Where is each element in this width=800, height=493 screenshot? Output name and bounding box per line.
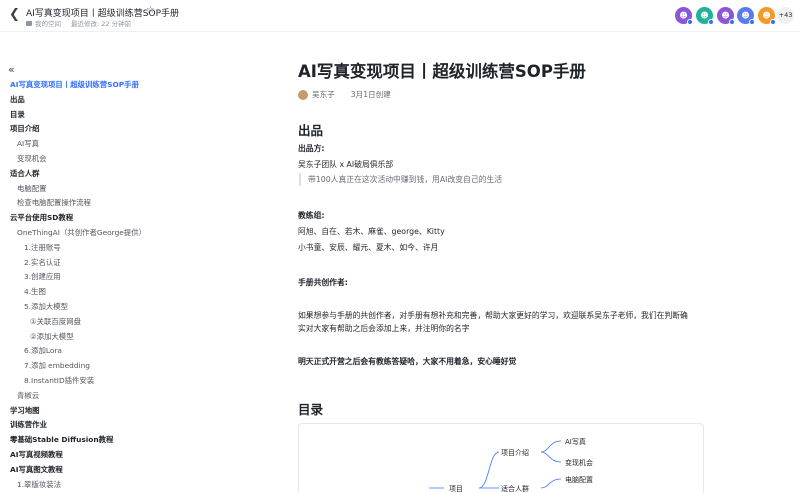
- outline-item[interactable]: AI写真变现项目丨超级训练营SOP手册: [0, 78, 180, 93]
- outline-item[interactable]: 变现机会: [0, 152, 180, 167]
- outline-item[interactable]: 云平台使用SD教程: [0, 211, 180, 226]
- modified-time: 最近修改: 22 分钟前: [71, 20, 132, 28]
- avatar[interactable]: ☻: [696, 7, 714, 25]
- toc-mindmap[interactable]: 项目 项目介绍 适合人群 AI写真 变现机会 电脑配置: [298, 423, 704, 493]
- mindmap-leaf-ai-photo: AI写真: [565, 437, 586, 446]
- author-name[interactable]: 吴东子: [312, 89, 335, 100]
- mindmap-root: 项目: [449, 485, 463, 493]
- heading-toc: 目录: [298, 402, 324, 417]
- outline-item[interactable]: AI写真图文教程: [0, 463, 180, 478]
- coaches-line-2: 小书童、安辰、耀元、夏木、如今、许月: [298, 243, 439, 252]
- outline-item[interactable]: 学习地图: [0, 404, 180, 419]
- mindmap-leaf-monetize: 变现机会: [565, 458, 593, 467]
- avatar[interactable]: ☻: [758, 7, 776, 25]
- outline-item[interactable]: 3.创建应用: [0, 270, 180, 285]
- cocreators-para-line-2: 实对大家有帮助之后会添加上来，并注明你的名字: [298, 324, 470, 333]
- outline-item[interactable]: OneThingAI（共创作者George提供）: [0, 226, 180, 241]
- author-line: 吴东子 3月1日创建: [298, 89, 391, 100]
- producer-label: 出品方:: [298, 144, 325, 153]
- top-bar: ❮ AI写真变现项目丨超级训练营SOP手册 ☆ 我的空间 最近修改: 22 分钟…: [0, 0, 800, 32]
- outline-item[interactable]: 目录: [0, 108, 180, 123]
- document-meta: 我的空间 最近修改: 22 分钟前: [26, 18, 131, 28]
- avatar[interactable]: ☻: [737, 7, 755, 25]
- heading-output: 出品: [298, 123, 324, 138]
- outline-list: AI写真变现项目丨超级训练营SOP手册 出品 目录 项目介绍 AI写真 变现机会 适合人群电…: [0, 78, 180, 492]
- cocreators-label: 手册共创作者:: [298, 278, 348, 287]
- avatar[interactable]: ☻: [717, 7, 735, 25]
- outline-item[interactable]: 7.添加 embedding: [0, 359, 180, 374]
- mindmap-connector: [540, 440, 562, 453]
- created-date: 3月1日创建: [350, 90, 391, 99]
- location-label[interactable]: 我的空间: [35, 18, 61, 28]
- outline-item[interactable]: ②添加大模型: [0, 330, 180, 345]
- outline-item[interactable]: AI写真视频教程: [0, 448, 180, 463]
- outline-item[interactable]: 电脑配置: [0, 182, 180, 197]
- outline-item[interactable]: 5.添加大模型: [0, 300, 180, 315]
- outline-item[interactable]: 训练营作业: [0, 418, 180, 433]
- outline-item[interactable]: 6.添加Lora: [0, 344, 180, 359]
- outline-item[interactable]: 1.注册账号: [0, 241, 180, 256]
- outline-item[interactable]: 青椒云: [0, 389, 180, 404]
- outline-item[interactable]: 1.翠版妆装法: [0, 478, 180, 493]
- outline-item[interactable]: 2.实名认证: [0, 256, 180, 271]
- outline-item[interactable]: 检查电脑配置操作流程: [0, 196, 180, 211]
- outline-item[interactable]: 适合人群: [0, 167, 180, 182]
- page-title: AI写真变现项目丨超级训练营SOP手册: [298, 62, 586, 81]
- collaborator-avatars: ☻ ☻ ☻ ☻ ☻ +43: [670, 0, 800, 32]
- coaches-line-1: 阿旭、自在、若木、麻雀、george、Kitty: [298, 227, 445, 236]
- outline-item[interactable]: AI写真: [0, 137, 180, 152]
- collapse-outline-icon[interactable]: «: [8, 63, 15, 76]
- outline-item[interactable]: 8.InstantID插件安装: [0, 374, 180, 389]
- outline-item[interactable]: 4.生图: [0, 285, 180, 300]
- back-arrow-icon[interactable]: ❮: [9, 8, 21, 22]
- quote-block: 带100人真正在这次活动中赚到钱，用AI改变自己的生活: [299, 173, 502, 186]
- outline-item[interactable]: 项目介绍: [0, 122, 180, 137]
- author-avatar[interactable]: [298, 89, 308, 100]
- avatar[interactable]: ☻: [675, 7, 693, 25]
- folder-icon: [26, 20, 32, 26]
- mindmap-node-intro: 项目介绍: [501, 448, 529, 457]
- mindmap-connector: [478, 451, 500, 489]
- outline-item[interactable]: 零基础Stable Diffusion教程: [0, 433, 180, 448]
- more-collaborators-count[interactable]: +43: [777, 7, 794, 24]
- outline-item[interactable]: 出品: [0, 93, 180, 108]
- coaches-label: 教练组:: [298, 211, 325, 220]
- bold-note: 明天正式开营之后会有教练答疑哈，大家不用着急，安心睡好觉: [298, 357, 517, 366]
- star-icon[interactable]: ☆: [146, 5, 155, 16]
- mindmap-connector: [540, 478, 562, 489]
- cocreators-para-line-1: 如果想参与手册的共创作者，对手册有想补充和完善，帮助大家更好的学习，欢迎联系吴东…: [298, 311, 688, 320]
- mindmap-leaf-pc-config: 电脑配置: [565, 475, 593, 484]
- mindmap-connector: [540, 451, 562, 463]
- outline-item[interactable]: ①关联百度网盘: [0, 315, 180, 330]
- producer-value: 吴东子团队 x AI破局俱乐部: [298, 160, 394, 169]
- mindmap-node-audience: 适合人群: [501, 484, 529, 493]
- mindmap-canvas: 项目 项目介绍 适合人群 AI写真 变现机会 电脑配置: [429, 437, 593, 493]
